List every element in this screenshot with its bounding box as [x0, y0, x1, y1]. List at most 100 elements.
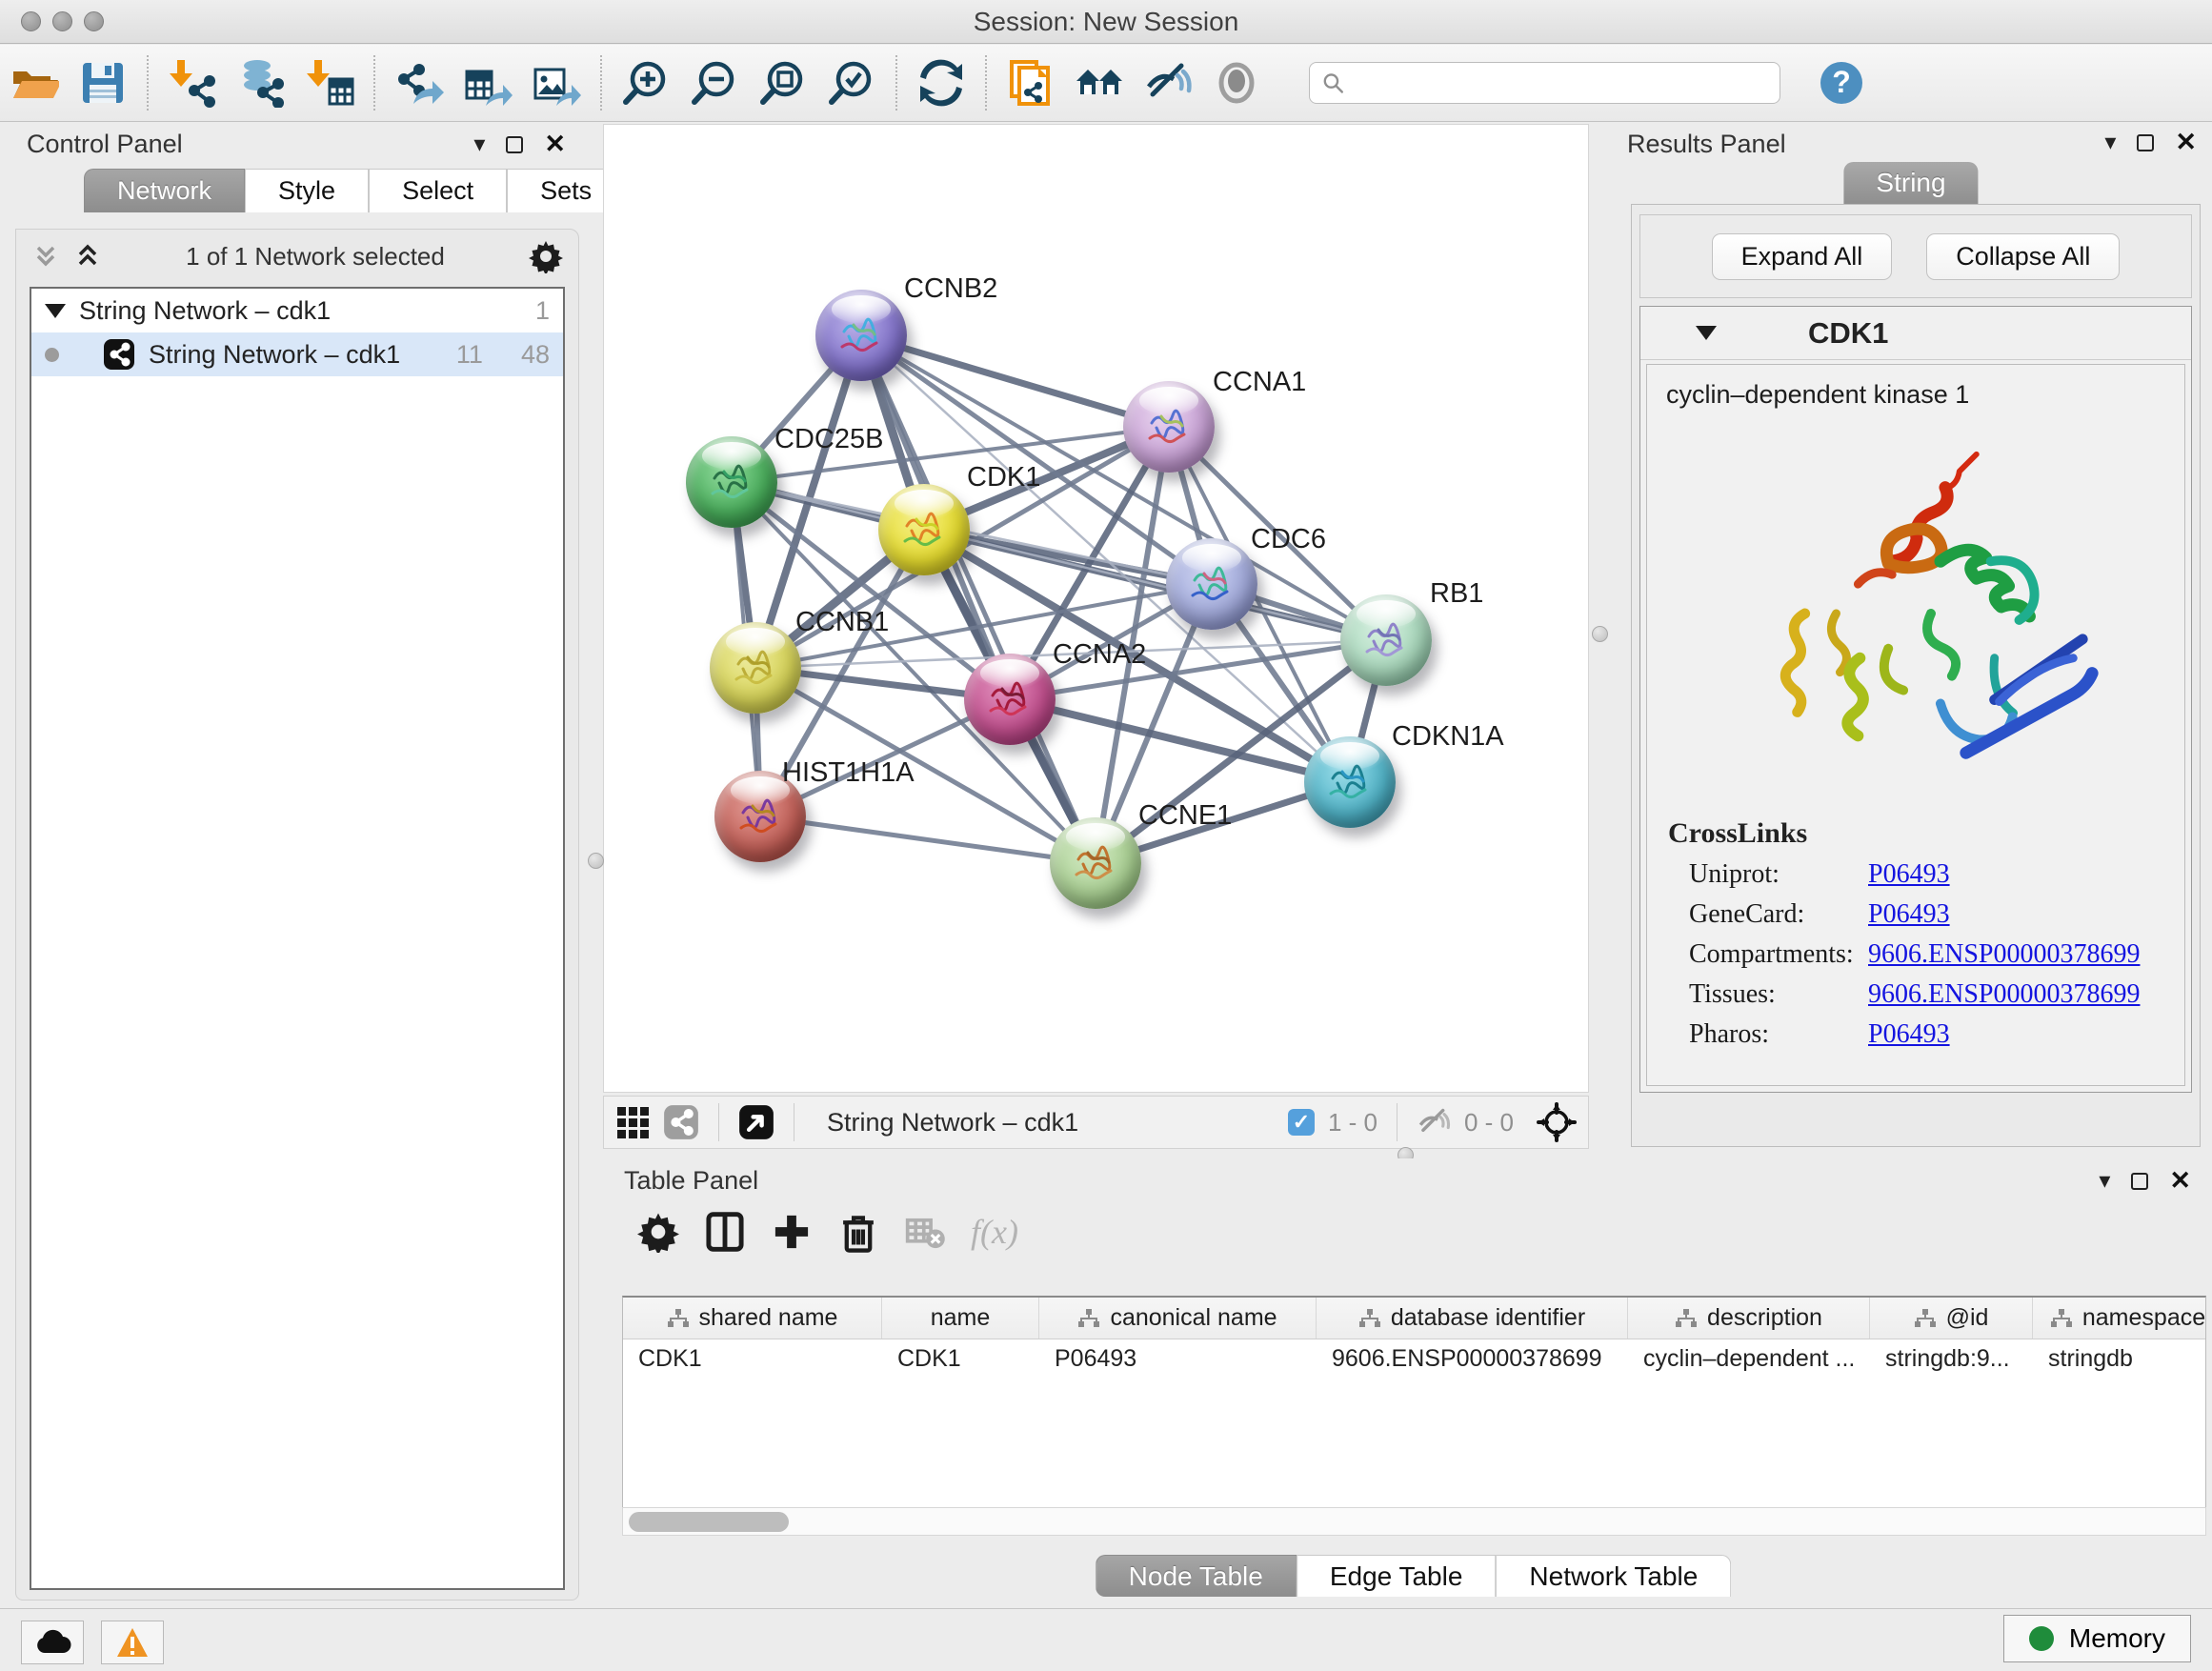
network-node-CDC6[interactable]: [1166, 538, 1257, 630]
crosslink-link[interactable]: P06493: [1868, 899, 1950, 929]
expand-all-button[interactable]: Expand All: [1712, 233, 1893, 280]
crosslink-link[interactable]: 9606.ENSP00000378699: [1868, 939, 2140, 969]
memory-button[interactable]: Memory: [2003, 1615, 2191, 1662]
gene-collapse-icon[interactable]: [1696, 326, 1717, 340]
results-panel-collapse-icon[interactable]: ▾: [2104, 131, 2116, 154]
table-cell[interactable]: 9606.ENSP00000378699: [1317, 1339, 1628, 1379]
network-edge[interactable]: [760, 816, 1096, 863]
network-node-CCNB1[interactable]: [710, 622, 801, 714]
crosslink-link[interactable]: P06493: [1868, 1019, 1950, 1049]
right-splitter-handle[interactable]: [1592, 626, 1608, 642]
network-node-CCNE1[interactable]: [1050, 817, 1141, 909]
create-column-button[interactable]: [771, 1211, 813, 1253]
birds-eye-view-button[interactable]: [738, 1104, 774, 1140]
table-cell[interactable]: P06493: [1039, 1339, 1317, 1379]
grid-view-button[interactable]: [615, 1105, 650, 1139]
network-node-CCNA2[interactable]: [964, 654, 1056, 745]
zoom-out-button[interactable]: [680, 51, 749, 114]
network-node-CCNA1[interactable]: [1123, 381, 1215, 473]
node-label-CCNB2: CCNB2: [904, 273, 997, 305]
export-image-button[interactable]: [522, 51, 591, 114]
tab-edge-table[interactable]: Edge Table: [1297, 1555, 1497, 1597]
network-canvas[interactable]: CCNB2CCNA1CDC25BCDK1CDC6RB1CCNB1CCNA2CDK…: [603, 124, 1589, 1093]
hide-selected-button[interactable]: [1134, 51, 1202, 114]
control-panel-close-icon[interactable]: ✕: [544, 131, 566, 157]
zoom-selected-button[interactable]: [817, 51, 886, 114]
collection-expand-icon[interactable]: [45, 304, 66, 318]
table-cell[interactable]: stringdb: [2033, 1339, 2206, 1379]
table-cell[interactable]: CDK1: [623, 1339, 882, 1379]
tab-network-table[interactable]: Network Table: [1496, 1555, 1731, 1597]
show-all-eye-button[interactable]: [1202, 51, 1271, 114]
column-header-name[interactable]: name: [882, 1298, 1039, 1339]
maximize-window-button[interactable]: [84, 11, 104, 31]
import-network-file-button[interactable]: [158, 51, 227, 114]
tab-string[interactable]: String: [1843, 162, 1978, 204]
export-table-button[interactable]: [453, 51, 522, 114]
zoom-fit-button[interactable]: [749, 51, 817, 114]
table-cell[interactable]: stringdb:9...: [1870, 1339, 2033, 1379]
delete-column-button[interactable]: [837, 1211, 879, 1253]
export-network-button[interactable]: [385, 51, 453, 114]
network-node-CDKN1A[interactable]: [1304, 736, 1396, 828]
clone-network-icon: [1006, 58, 1056, 108]
control-panel-collapse-icon[interactable]: ▾: [473, 133, 485, 156]
close-window-button[interactable]: [21, 11, 41, 31]
network-row-selected[interactable]: String Network – cdk1 11 48: [31, 332, 563, 376]
zoom-in-button[interactable]: [612, 51, 680, 114]
tab-style[interactable]: Style: [245, 169, 369, 212]
tab-select[interactable]: Select: [369, 169, 507, 212]
clone-network-button[interactable]: [996, 51, 1065, 114]
save-session-button[interactable]: [69, 51, 137, 114]
crosslink-link[interactable]: 9606.ENSP00000378699: [1868, 979, 2140, 1009]
collapse-all-chevrons-icon[interactable]: [73, 242, 102, 271]
network-node-RB1[interactable]: [1340, 594, 1432, 686]
first-neighbors-button[interactable]: [1065, 51, 1134, 114]
cloud-status-button[interactable]: [21, 1621, 84, 1664]
string-style-button[interactable]: [663, 1104, 699, 1140]
table-row[interactable]: CDK1CDK1P064939606.ENSP00000378699cyclin…: [623, 1339, 2205, 1379]
table-panel-float-icon[interactable]: [2131, 1173, 2148, 1190]
column-header-@id[interactable]: @id: [1870, 1298, 2033, 1339]
network-node-CDC25B[interactable]: [686, 436, 777, 528]
results-panel-close-icon[interactable]: ✕: [2175, 130, 2197, 155]
window-traffic-lights[interactable]: [21, 11, 104, 31]
expand-all-chevrons-icon[interactable]: [31, 242, 60, 271]
refresh-view-button[interactable]: [907, 51, 975, 114]
results-panel-float-icon[interactable]: [2137, 134, 2154, 151]
search-input[interactable]: [1345, 70, 1768, 97]
network-collection-row[interactable]: String Network – cdk1 1: [31, 289, 563, 332]
collapse-all-button[interactable]: Collapse All: [1926, 233, 2120, 280]
scrollbar-thumb[interactable]: [629, 1512, 789, 1532]
left-splitter-handle[interactable]: [588, 853, 604, 869]
column-header-database-identifier[interactable]: database identifier: [1317, 1298, 1628, 1339]
protein-scribble-icon: [1166, 538, 1257, 630]
gear-icon[interactable]: [529, 239, 563, 273]
column-header-description[interactable]: description: [1628, 1298, 1870, 1339]
table-horizontal-scrollbar[interactable]: [622, 1507, 2206, 1536]
column-header-namespace[interactable]: namespace: [2033, 1298, 2206, 1339]
warnings-button[interactable]: [101, 1621, 164, 1664]
table-panel-collapse-icon[interactable]: ▾: [2099, 1170, 2110, 1193]
column-header-shared-name[interactable]: shared name: [623, 1298, 882, 1339]
open-session-button[interactable]: [0, 51, 69, 114]
help-button[interactable]: ?: [1807, 51, 1876, 114]
table-panel-close-icon[interactable]: ✕: [2169, 1168, 2191, 1194]
table-cell[interactable]: cyclin–dependent ...: [1628, 1339, 1870, 1379]
tab-network[interactable]: Network: [84, 169, 245, 212]
import-network-database-button[interactable]: [227, 51, 295, 114]
column-header-canonical-name[interactable]: canonical name: [1039, 1298, 1317, 1339]
crosslink-link[interactable]: P06493: [1868, 859, 1950, 889]
selected-checkbox-icon[interactable]: ✓: [1288, 1109, 1315, 1136]
fit-selected-crosshair-button[interactable]: [1537, 1102, 1577, 1142]
tab-node-table[interactable]: Node Table: [1096, 1555, 1297, 1597]
table-cell[interactable]: CDK1: [882, 1339, 1039, 1379]
import-table-file-button[interactable]: [295, 51, 364, 114]
control-panel-float-icon[interactable]: [506, 136, 523, 153]
network-node-CDK1[interactable]: [878, 484, 970, 575]
show-columns-button[interactable]: [704, 1211, 746, 1253]
toolbar-search[interactable]: [1309, 62, 1780, 104]
table-settings-gear-button[interactable]: [637, 1211, 679, 1253]
minimize-window-button[interactable]: [52, 11, 72, 31]
network-node-CCNB2[interactable]: [815, 290, 907, 381]
